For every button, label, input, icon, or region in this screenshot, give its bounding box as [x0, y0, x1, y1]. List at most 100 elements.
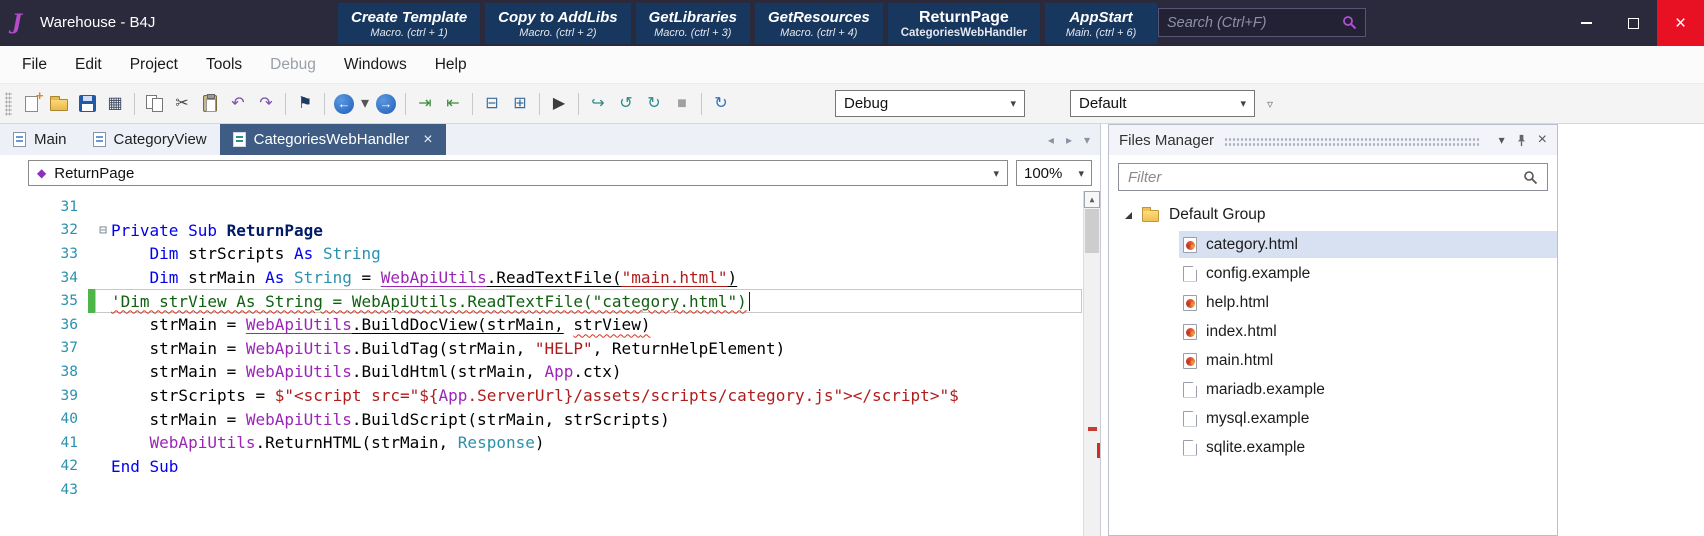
- file-tree-item[interactable]: mariadb.example: [1109, 375, 1557, 404]
- copy-icon[interactable]: [140, 90, 168, 117]
- run-mode-dropdown[interactable]: Debug ▾: [835, 90, 1025, 117]
- menu-item[interactable]: Debug: [256, 56, 330, 74]
- menu-item[interactable]: Tools: [192, 56, 256, 74]
- menu-item[interactable]: Windows: [330, 56, 421, 74]
- file-tree-item[interactable]: sqlite.example: [1109, 433, 1557, 462]
- method-dropdown[interactable]: ◆ ReturnPage ▾: [28, 160, 1008, 186]
- find-module-icon[interactable]: ▦: [101, 90, 129, 117]
- new-item-icon[interactable]: [17, 90, 45, 117]
- minimize-button[interactable]: [1563, 0, 1610, 46]
- scroll-tabs-left-icon[interactable]: ◂: [1048, 133, 1054, 147]
- separator[interactable]: [405, 93, 406, 115]
- toolbar-overflow-icon[interactable]: ▿: [1267, 97, 1273, 111]
- code-line[interactable]: 32⊟Private Sub ReturnPage: [0, 219, 1082, 243]
- outdent-icon[interactable]: ⇤: [439, 90, 467, 117]
- save-icon[interactable]: [73, 90, 101, 117]
- separator[interactable]: [324, 93, 325, 115]
- error-marker[interactable]: [1097, 443, 1100, 458]
- panel-grip[interactable]: [1224, 137, 1479, 146]
- step-out-icon[interactable]: ↻: [640, 90, 668, 117]
- indent-icon[interactable]: ⇥: [411, 90, 439, 117]
- separator[interactable]: [701, 93, 702, 115]
- back-icon[interactable]: ←: [330, 90, 358, 117]
- scroll-tabs-right-icon[interactable]: ▸: [1066, 133, 1072, 147]
- panel-menu-icon[interactable]: ▾: [1499, 133, 1505, 147]
- code-line[interactable]: 34 Dim strMain As String = WebApiUtils.R…: [0, 266, 1082, 290]
- search-icon[interactable]: [1342, 15, 1357, 30]
- code-line[interactable]: 31: [0, 195, 1082, 219]
- uncomment-icon[interactable]: ⊞: [506, 90, 534, 117]
- module-file-icon: [233, 132, 246, 147]
- step-into-icon[interactable]: ↺: [612, 90, 640, 117]
- macro-button[interactable]: ReturnPage CategoriesWebHandler: [888, 3, 1040, 44]
- separator[interactable]: [539, 93, 540, 115]
- macro-button[interactable]: GetResources Macro. (ctrl + 4): [755, 3, 883, 44]
- code-line[interactable]: 36 strMain = WebApiUtils.BuildDocView(st…: [0, 313, 1082, 337]
- bookmark-icon[interactable]: ⚑: [291, 90, 319, 117]
- expander-icon[interactable]: [1125, 212, 1132, 219]
- error-marker[interactable]: [1088, 427, 1097, 431]
- search-input[interactable]: [1167, 15, 1336, 31]
- close-tab-icon[interactable]: ×: [423, 132, 432, 148]
- step-over-icon[interactable]: ↪: [584, 90, 612, 117]
- file-tree-item[interactable]: main.html: [1109, 346, 1557, 375]
- forward-icon[interactable]: →: [372, 90, 400, 117]
- code-editor[interactable]: 3132⊟Private Sub ReturnPage33 Dim strScr…: [0, 191, 1100, 536]
- paste-icon[interactable]: [196, 90, 224, 117]
- code-line[interactable]: 43: [0, 478, 1082, 502]
- macro-button[interactable]: Copy to AddLibs Macro. (ctrl + 2): [485, 3, 630, 44]
- macro-button[interactable]: GetLibraries Macro. (ctrl + 3): [636, 3, 750, 44]
- code-lines[interactable]: 3132⊟Private Sub ReturnPage33 Dim strScr…: [0, 195, 1082, 536]
- filter-input[interactable]: [1128, 169, 1517, 186]
- editor-tab[interactable]: CategoriesWebHandler ×: [220, 124, 446, 155]
- code-line[interactable]: 42End Sub: [0, 455, 1082, 479]
- code-line[interactable]: 38 strMain = WebApiUtils.BuildHtml(strMa…: [0, 360, 1082, 384]
- editor-tab[interactable]: CategoryView: [80, 124, 220, 155]
- build-configuration-dropdown[interactable]: Default ▾: [1070, 90, 1255, 117]
- macro-button[interactable]: AppStart Main. (ctrl + 6): [1045, 3, 1157, 44]
- code-line[interactable]: 40 strMain = WebApiUtils.BuildScript(str…: [0, 407, 1082, 431]
- redo-icon[interactable]: ↷: [252, 90, 280, 117]
- file-tree-item[interactable]: mysql.example: [1109, 404, 1557, 433]
- code-line[interactable]: 33 Dim strScripts As String: [0, 242, 1082, 266]
- pin-icon[interactable]: [1515, 134, 1528, 147]
- code-line[interactable]: 39 strScripts = $"<script src="${App.Ser…: [0, 384, 1082, 408]
- back-history-icon[interactable]: ▾: [358, 90, 372, 117]
- scrollbar-up-icon[interactable]: ▲: [1084, 191, 1100, 208]
- macro-button[interactable]: Create Template Macro. (ctrl + 1): [338, 3, 480, 44]
- editor-tab[interactable]: Main: [0, 124, 80, 155]
- comment-icon[interactable]: ⊟: [478, 90, 506, 117]
- separator[interactable]: [472, 93, 473, 115]
- open-icon[interactable]: [45, 90, 73, 117]
- tab-list-icon[interactable]: ▾: [1084, 133, 1090, 147]
- editor-scrollbar[interactable]: ▲: [1083, 191, 1100, 536]
- code-line[interactable]: 41 WebApiUtils.ReturnHTML(strMain, Respo…: [0, 431, 1082, 455]
- close-button[interactable]: ×: [1657, 0, 1704, 46]
- panel-splitter[interactable]: [1101, 124, 1108, 536]
- cut-icon[interactable]: ✂: [168, 90, 196, 117]
- menu-item[interactable]: Help: [421, 56, 481, 74]
- menu-item[interactable]: Edit: [61, 56, 116, 74]
- zoom-dropdown[interactable]: 100% ▾: [1016, 160, 1092, 186]
- separator[interactable]: [134, 93, 135, 115]
- menu-item[interactable]: Project: [116, 56, 192, 74]
- close-panel-icon[interactable]: ×: [1538, 131, 1547, 149]
- restart-icon[interactable]: ↻: [707, 90, 735, 117]
- code-line[interactable]: 35'Dim strView As String = WebApiUtils.R…: [0, 289, 1082, 313]
- menu-item[interactable]: File: [8, 56, 61, 74]
- separator[interactable]: [285, 93, 286, 115]
- file-tree-item[interactable]: help.html: [1109, 288, 1557, 317]
- file-tree-item[interactable]: config.example: [1109, 259, 1557, 288]
- toolbar-grip[interactable]: [5, 92, 12, 116]
- scrollbar-thumb[interactable]: [1085, 209, 1099, 253]
- run-icon[interactable]: ▶: [545, 90, 573, 117]
- stop-icon[interactable]: ■: [668, 90, 696, 117]
- undo-icon[interactable]: ↶: [224, 90, 252, 117]
- file-icon: [1183, 440, 1197, 456]
- file-tree-item[interactable]: index.html: [1109, 317, 1557, 346]
- file-tree-item[interactable]: category.html: [1109, 230, 1557, 259]
- code-line[interactable]: 37 strMain = WebApiUtils.BuildTag(strMai…: [0, 337, 1082, 361]
- separator[interactable]: [578, 93, 579, 115]
- file-group-row[interactable]: Default Group: [1109, 200, 1557, 230]
- maximize-button[interactable]: [1610, 0, 1657, 46]
